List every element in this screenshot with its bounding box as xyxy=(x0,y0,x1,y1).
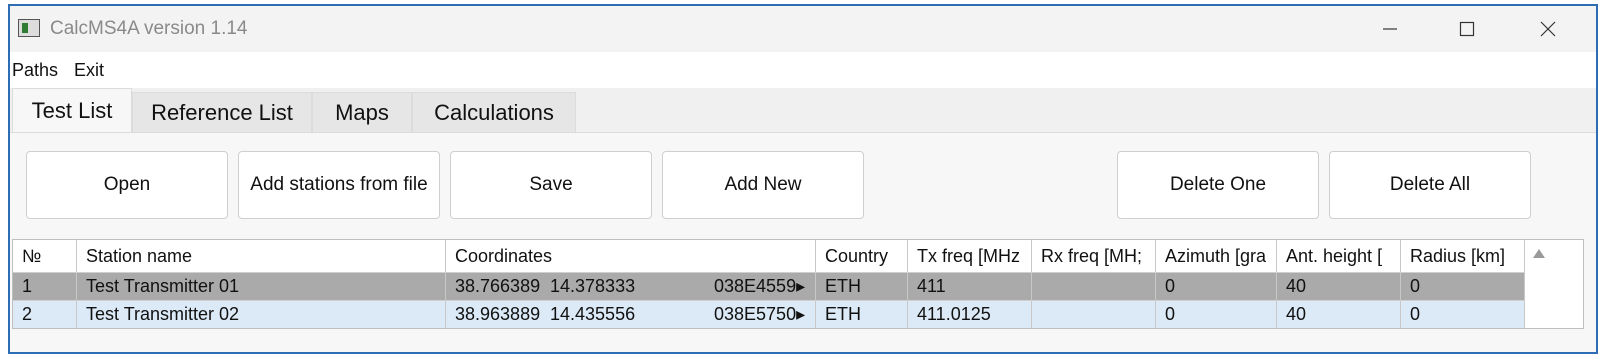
cell-radius: 0 xyxy=(1401,301,1525,328)
cell-ant-height: 40 xyxy=(1277,273,1401,300)
column-header-number[interactable]: № xyxy=(13,240,77,272)
maximize-icon xyxy=(1459,21,1475,37)
tab-test-list[interactable]: Test List xyxy=(12,88,132,132)
cell-ant-height: 40 xyxy=(1277,301,1401,328)
table-row[interactable]: 2 Test Transmitter 02 38.963889 14.43555… xyxy=(13,300,1525,328)
stations-table[interactable]: № Station name Coordinates Country Tx fr… xyxy=(12,239,1584,329)
cell-longitude: 14.378333 xyxy=(550,276,636,296)
add-new-button[interactable]: Add New xyxy=(662,151,864,219)
column-header-coordinates[interactable]: Coordinates xyxy=(446,240,816,272)
cell-station-name: Test Transmitter 01 xyxy=(77,273,446,300)
tab-reference-list[interactable]: Reference List xyxy=(132,92,312,132)
cell-rx-freq xyxy=(1032,273,1156,300)
menu-exit[interactable]: Exit xyxy=(74,60,104,81)
scroll-up-arrow-icon[interactable] xyxy=(1533,249,1545,258)
app-window-icon xyxy=(18,19,40,37)
tab-calculations[interactable]: Calculations xyxy=(412,92,576,132)
cell-latitude: 38.766389 xyxy=(455,276,541,296)
cell-country: ETH xyxy=(816,273,908,300)
add-stations-from-file-button[interactable]: Add stations from file xyxy=(238,151,440,219)
title-bar: CalcMS4A version 1.14 xyxy=(10,6,1596,52)
cell-radius: 0 xyxy=(1401,273,1525,300)
column-header-station-name[interactable]: Station name xyxy=(77,240,446,272)
app-window: CalcMS4A version 1.14 Paths Exit Test Li… xyxy=(8,4,1598,354)
column-header-rx-freq[interactable]: Rx freq [MH; xyxy=(1032,240,1156,272)
column-header-tx-freq[interactable]: Tx freq [MHz xyxy=(908,240,1032,272)
maximize-button[interactable] xyxy=(1432,10,1502,48)
cell-coordinate-code: 038E4559▸ xyxy=(714,276,806,296)
minimize-icon xyxy=(1383,28,1397,30)
cell-coordinate-code: 038E5750▸ xyxy=(714,304,806,324)
cell-number: 1 xyxy=(13,273,77,300)
column-header-country[interactable]: Country xyxy=(816,240,908,272)
table-row[interactable]: 1 Test Transmitter 01 38.766389 14.37833… xyxy=(13,273,1525,300)
cell-station-name: Test Transmitter 02 xyxy=(77,301,446,328)
vertical-scrollbar[interactable] xyxy=(1525,240,1583,328)
delete-all-button[interactable]: Delete All xyxy=(1329,151,1531,219)
cell-longitude: 14.435556 xyxy=(550,304,636,324)
cell-number: 2 xyxy=(13,301,77,328)
cell-tx-freq: 411.0125 xyxy=(908,301,1032,328)
cell-country: ETH xyxy=(816,301,908,328)
cell-rx-freq xyxy=(1032,301,1156,328)
table-header-row: № Station name Coordinates Country Tx fr… xyxy=(13,240,1525,273)
column-header-radius[interactable]: Radius [km] xyxy=(1401,240,1525,272)
save-button[interactable]: Save xyxy=(450,151,652,219)
tab-strip: Test List Reference List Maps Calculatio… xyxy=(10,88,1596,132)
minimize-button[interactable] xyxy=(1355,10,1425,48)
tab-maps[interactable]: Maps xyxy=(312,92,412,132)
delete-one-button[interactable]: Delete One xyxy=(1117,151,1319,219)
cell-azimuth: 0 xyxy=(1156,273,1277,300)
menu-bar: Paths Exit xyxy=(10,52,1596,88)
window-title: CalcMS4A version 1.14 xyxy=(50,18,248,39)
menu-paths[interactable]: Paths xyxy=(12,60,58,81)
cell-coordinates: 38.963889 14.435556 038E5750▸ xyxy=(446,301,816,328)
column-header-azimuth[interactable]: Azimuth [gra xyxy=(1156,240,1277,272)
cell-latitude: 38.963889 xyxy=(455,304,541,324)
cell-tx-freq: 411 xyxy=(908,273,1032,300)
cell-azimuth: 0 xyxy=(1156,301,1277,328)
column-header-ant-height[interactable]: Ant. height [ xyxy=(1277,240,1401,272)
close-icon xyxy=(1540,21,1556,37)
close-button[interactable] xyxy=(1513,10,1583,48)
cell-coordinates: 38.766389 14.378333 038E4559▸ xyxy=(446,273,816,300)
open-button[interactable]: Open xyxy=(26,151,228,219)
tab-content-test-list: Open Add stations from file Save Add New… xyxy=(10,132,1596,352)
